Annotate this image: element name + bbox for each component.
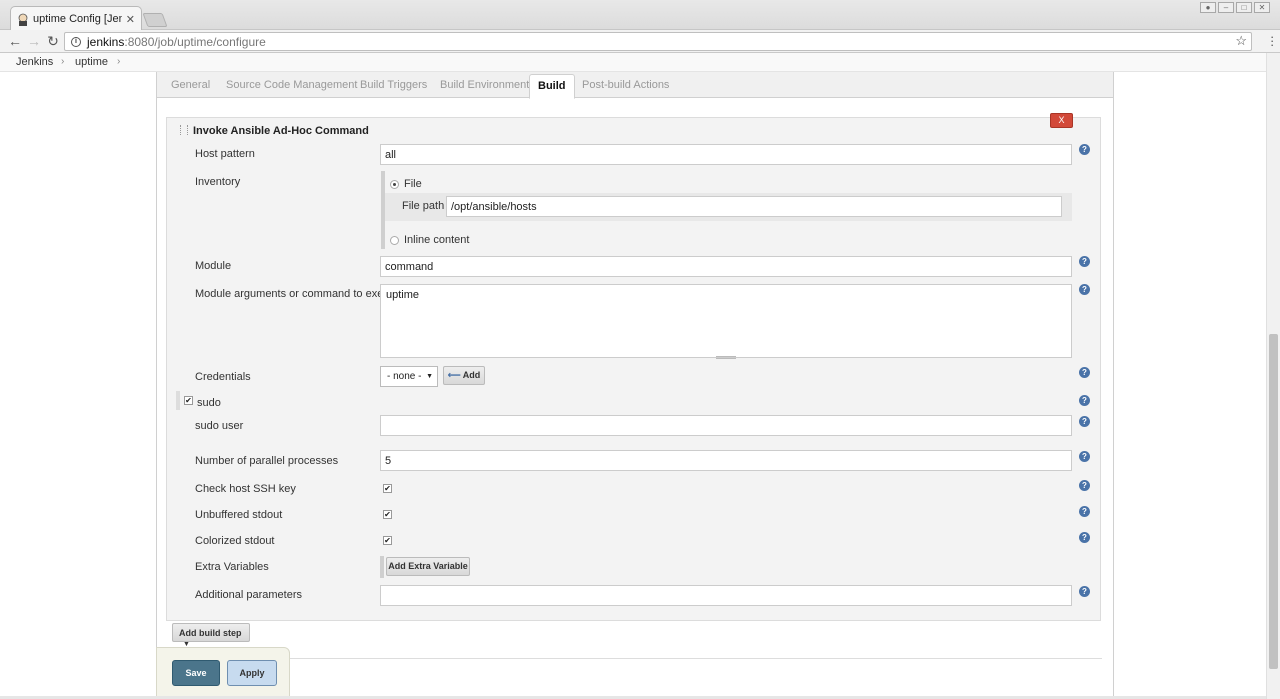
colorized-stdout-checkbox[interactable]: ✔ bbox=[383, 536, 392, 545]
host-pattern-label: Host pattern bbox=[195, 148, 255, 160]
unbuffered-stdout-label: Unbuffered stdout bbox=[195, 509, 283, 521]
url-host: jenkins bbox=[87, 34, 125, 49]
help-icon[interactable]: ? bbox=[1079, 451, 1090, 462]
module-args-label: Module arguments or command to execute bbox=[195, 288, 405, 300]
scrollbar-thumb[interactable] bbox=[1269, 334, 1278, 669]
extra-variables-label: Extra Variables bbox=[195, 561, 269, 573]
textarea-resize-handle[interactable] bbox=[716, 356, 736, 359]
browser-tabstrip: uptime Config [Jenkins] ✕ ● – □ ✕ bbox=[0, 0, 1280, 31]
inventory-label: Inventory bbox=[195, 176, 241, 188]
vertical-scrollbar[interactable] bbox=[1266, 53, 1280, 699]
tab-post-build-actions[interactable]: Post-build Actions bbox=[582, 79, 669, 91]
help-icon[interactable]: ? bbox=[1079, 367, 1090, 378]
credentials-label: Credentials bbox=[195, 371, 251, 383]
window-close-icon[interactable]: ✕ bbox=[1254, 2, 1270, 13]
colorized-stdout-label: Colorized stdout bbox=[195, 535, 275, 547]
additional-parameters-input[interactable] bbox=[380, 585, 1072, 606]
credentials-value: - none - bbox=[387, 371, 422, 382]
tab-source-code-management[interactable]: Source Code Management bbox=[226, 79, 357, 91]
host-pattern-input[interactable]: all bbox=[380, 144, 1072, 165]
sudo-checkbox[interactable]: ✔ bbox=[184, 396, 193, 405]
module-label: Module bbox=[195, 260, 232, 272]
check-ssh-key-label: Check host SSH key bbox=[195, 483, 296, 495]
add-build-step-label: Add build step bbox=[179, 628, 242, 638]
sudo-user-input[interactable] bbox=[380, 415, 1072, 436]
info-icon[interactable]: i bbox=[71, 36, 81, 47]
help-icon[interactable]: ? bbox=[1079, 532, 1090, 543]
check-ssh-key-checkbox[interactable]: ✔ bbox=[383, 484, 392, 493]
help-icon[interactable]: ? bbox=[1079, 144, 1090, 155]
tab-close-icon[interactable]: ✕ bbox=[126, 13, 135, 26]
extra-variables-bar bbox=[380, 556, 384, 578]
browser-menu-icon[interactable]: · · · bbox=[1270, 30, 1274, 51]
window-controls: ● – □ ✕ bbox=[1200, 2, 1270, 13]
delete-step-button[interactable]: X bbox=[1050, 113, 1073, 128]
add-extra-variable-button[interactable]: Add Extra Variable bbox=[386, 557, 470, 576]
drag-handle-icon[interactable] bbox=[180, 125, 188, 135]
back-arrow-icon[interactable]: ← bbox=[7, 32, 23, 50]
address-bar[interactable]: i jenkins:8080/job/uptime/configure ☆ bbox=[64, 32, 1252, 51]
breadcrumb-jenkins[interactable]: Jenkins bbox=[16, 56, 53, 68]
user-icon[interactable]: ● bbox=[1200, 2, 1216, 13]
chevron-down-icon: ▼ bbox=[426, 373, 433, 380]
tab-title: uptime Config [Jenkins] bbox=[33, 13, 122, 25]
sudo-label: sudo bbox=[197, 397, 221, 409]
add-credentials-label: Add bbox=[462, 370, 481, 380]
help-icon[interactable]: ? bbox=[1079, 256, 1090, 267]
help-icon[interactable]: ? bbox=[1079, 586, 1090, 597]
module-input[interactable]: command bbox=[380, 256, 1072, 277]
breadcrumb: Jenkins › uptime › bbox=[0, 53, 1280, 72]
inventory-inline-label: Inline content bbox=[404, 234, 470, 246]
inventory-file-label: File bbox=[404, 178, 422, 190]
apply-button[interactable]: Apply bbox=[227, 660, 277, 686]
help-icon[interactable]: ? bbox=[1079, 506, 1090, 517]
help-icon[interactable]: ? bbox=[1079, 284, 1090, 295]
key-icon: ⟵ bbox=[447, 370, 461, 380]
parallel-processes-input[interactable]: 5 bbox=[380, 450, 1072, 471]
file-path-input[interactable]: /opt/ansible/hosts bbox=[446, 196, 1062, 217]
url-path: :8080/job/uptime/configure bbox=[124, 34, 266, 49]
unbuffered-stdout-checkbox[interactable]: ✔ bbox=[383, 510, 392, 519]
browser-toolbar: ← → ↻ i jenkins:8080/job/uptime/configur… bbox=[0, 30, 1280, 53]
module-args-textarea[interactable]: uptime bbox=[380, 284, 1072, 358]
breadcrumb-uptime[interactable]: uptime bbox=[75, 56, 108, 68]
file-path-label: File path bbox=[402, 200, 445, 212]
add-build-step-button[interactable]: Add build step ▼ bbox=[172, 623, 250, 648]
config-tabbar: General Source Code Management Build Tri… bbox=[157, 72, 1113, 99]
inventory-file-radio[interactable] bbox=[390, 180, 399, 189]
reload-icon[interactable]: ↻ bbox=[45, 32, 61, 50]
sudo-user-label: sudo user bbox=[195, 420, 244, 432]
maximize-icon[interactable]: □ bbox=[1236, 2, 1252, 13]
section-divider bbox=[172, 658, 1102, 659]
additional-parameters-label: Additional parameters bbox=[195, 589, 303, 601]
breadcrumb-separator-icon: › bbox=[61, 56, 65, 67]
jenkins-favicon-icon bbox=[17, 13, 29, 26]
browser-tab[interactable]: uptime Config [Jenkins] ✕ bbox=[10, 6, 142, 31]
help-icon[interactable]: ? bbox=[1079, 480, 1090, 491]
tab-build-environment[interactable]: Build Environment bbox=[440, 79, 529, 91]
forward-arrow-icon[interactable]: → bbox=[26, 32, 42, 50]
help-icon[interactable]: ? bbox=[1079, 395, 1090, 406]
bookmark-star-icon[interactable]: ☆ bbox=[1235, 33, 1247, 49]
credentials-select[interactable]: - none - ▼ bbox=[380, 366, 438, 387]
tab-build[interactable]: Build bbox=[529, 74, 575, 99]
add-credentials-button[interactable]: ⟵ Add bbox=[443, 366, 485, 385]
new-tab-button[interactable] bbox=[142, 13, 168, 27]
tab-build-triggers[interactable]: Build Triggers bbox=[360, 79, 427, 91]
minimize-icon[interactable]: – bbox=[1218, 2, 1234, 13]
tab-general[interactable]: General bbox=[171, 79, 210, 91]
save-button[interactable]: Save bbox=[172, 660, 220, 686]
parallel-processes-label: Number of parallel processes bbox=[195, 455, 339, 467]
inventory-inline-radio[interactable] bbox=[390, 236, 399, 245]
sudo-section-bar bbox=[176, 391, 180, 410]
help-icon[interactable]: ? bbox=[1079, 416, 1090, 427]
step-title: Invoke Ansible Ad-Hoc Command bbox=[193, 125, 369, 137]
breadcrumb-separator-icon: › bbox=[117, 56, 121, 67]
